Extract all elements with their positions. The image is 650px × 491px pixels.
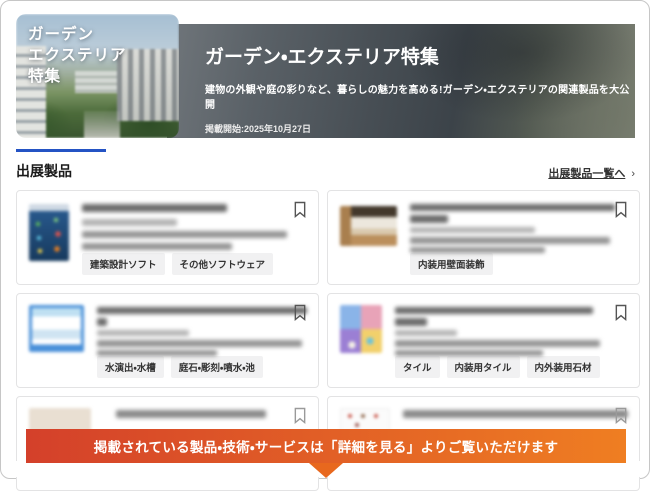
bookmark-icon[interactable]: [293, 407, 307, 424]
blurred-description-line: [97, 340, 302, 346]
blurred-product-title: [116, 410, 266, 418]
category-tag[interactable]: 内装用壁面装飾: [410, 253, 493, 275]
section-title: 出展製品: [16, 161, 72, 181]
blurred-company-name: [410, 227, 535, 233]
notice-banner: 掲載されている製品・技術・サービスは「詳細を見る」よりご覧いただけます: [26, 429, 626, 463]
category-tag[interactable]: 内装用タイル: [447, 356, 520, 378]
product-card-2[interactable]: 内装用壁面装飾: [327, 190, 640, 285]
bookmark-icon[interactable]: [614, 407, 628, 424]
product-card-3[interactable]: 水演出・水槽 庭石・彫刻・噴水・池: [16, 293, 319, 388]
chevron-right-icon: ›: [631, 168, 635, 180]
page-subtitle: 建物の外観や庭の彩りなど、暮らしの魅力を高める!ガーデン・エクステリアの関連製品…: [205, 81, 635, 111]
blurred-description-line: [410, 237, 610, 243]
product-thumbnail-catalog: [29, 305, 84, 352]
blurred-product-title: [403, 410, 628, 418]
view-all-products-label: 出展製品一覧へ: [548, 168, 625, 180]
blurred-product-title: [395, 307, 593, 314]
hero-thumb-overlay-title: ガーデン エクステリア 特集: [28, 24, 127, 87]
category-tag[interactable]: タイル: [395, 356, 440, 378]
blurred-description-line: [82, 231, 287, 238]
view-all-products-link[interactable]: 出展製品一覧へ ›: [548, 165, 635, 181]
bookmark-icon[interactable]: [614, 201, 628, 218]
category-tag[interactable]: 内外装用石材: [527, 356, 600, 378]
blurred-product-title-line2: [97, 318, 107, 325]
blurred-description-line: [82, 243, 232, 250]
blurred-description-line: [395, 350, 543, 356]
product-thumbnail-wood-interior: [340, 206, 397, 246]
active-tab-indicator: [16, 149, 106, 152]
blurred-company-name: [82, 219, 177, 226]
overlay-line-2: エクステリア: [28, 45, 127, 66]
publish-date: 掲載開始:2025年10月27日: [205, 122, 635, 135]
blurred-product-title-line2: [410, 215, 448, 222]
blurred-company-name: [395, 330, 457, 336]
blurred-product-title-line2: [395, 318, 427, 325]
notice-banner-text: 掲載されている製品・技術・サービスは「詳細を見る」よりご覧いただけます: [94, 436, 559, 456]
blurred-company-name: [97, 330, 189, 336]
product-card-1[interactable]: 建築設計ソフト その他ソフトウェア: [16, 190, 319, 285]
product-thumbnail-tile-mosaic: [340, 305, 382, 353]
category-tag[interactable]: 水演出・水槽: [97, 356, 164, 378]
product-card-4[interactable]: タイル 内装用タイル 内外装用石材: [327, 293, 640, 388]
blurred-product-title: [82, 204, 227, 212]
blurred-description-line: [410, 247, 545, 253]
category-tag[interactable]: 庭石・彫刻・噴水・池: [171, 356, 263, 378]
hero-banner: ガーデン エクステリア 特集 ガーデン・エクステリア特集 建物の外観や庭の彩りな…: [16, 14, 635, 138]
hero-panel: ガーデン・エクステリア特集 建物の外観や庭の彩りなど、暮らしの魅力を高める!ガー…: [167, 24, 635, 138]
blurred-product-title: [410, 204, 615, 211]
overlay-line-3: 特集: [28, 66, 127, 87]
page-title: ガーデン・エクステリア特集: [205, 42, 635, 69]
category-tag[interactable]: 建築設計ソフト: [82, 253, 165, 275]
hero-thumbnail-image: ガーデン エクステリア 特集: [16, 14, 179, 138]
product-thumbnail-software-box: [29, 204, 69, 261]
overlay-line-1: ガーデン: [28, 24, 127, 45]
blurred-product-title: [97, 307, 307, 314]
bookmark-icon[interactable]: [293, 201, 307, 218]
blurred-description-line: [395, 340, 600, 346]
bookmark-icon[interactable]: [293, 304, 307, 321]
category-tag[interactable]: その他ソフトウェア: [172, 253, 274, 275]
blurred-description-line: [97, 350, 217, 356]
bookmark-icon[interactable]: [614, 304, 628, 321]
